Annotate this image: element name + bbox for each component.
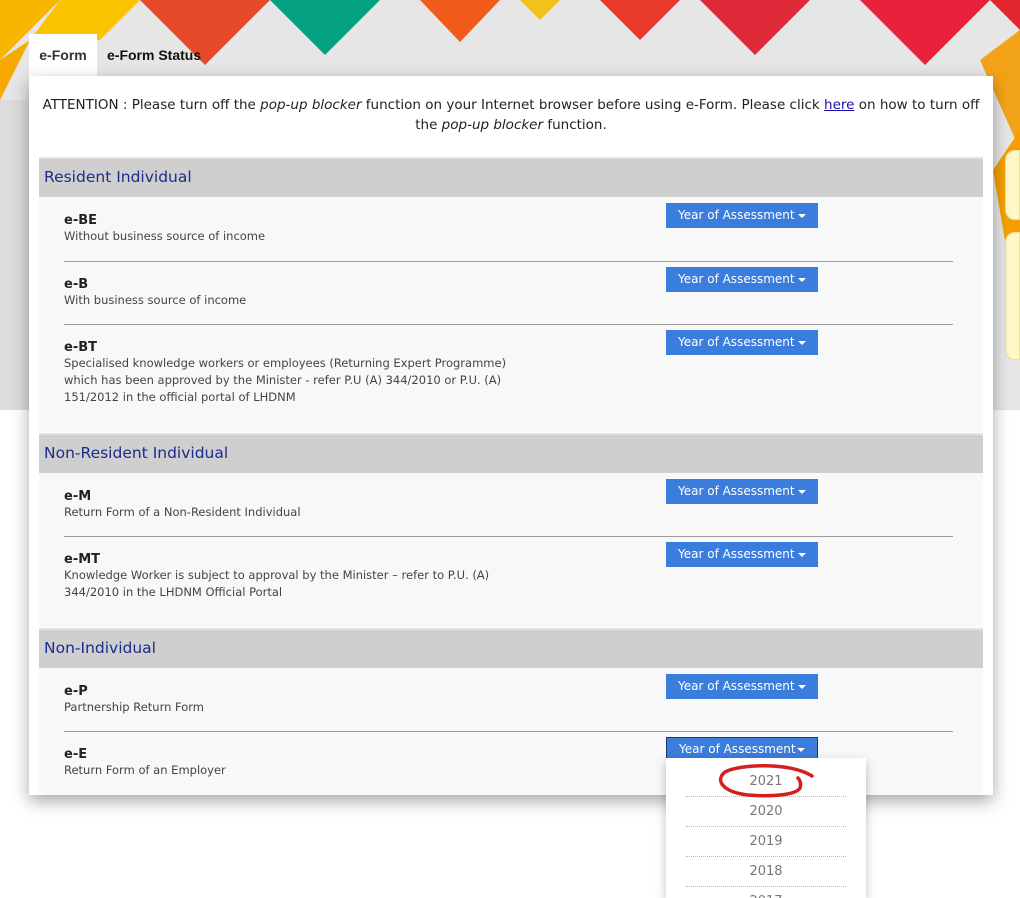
caret-down-icon: [798, 553, 806, 557]
button-label: Year of Assessment: [678, 272, 795, 286]
row-divider: [64, 536, 953, 537]
year-of-assessment-button[interactable]: Year of Assessment: [666, 267, 818, 292]
form-description: Knowledge Worker is subject to approval …: [64, 568, 490, 599]
section-header-non-resident: Non-Resident Individual: [39, 433, 983, 473]
button-label: Year of Assessment: [678, 208, 795, 222]
attention-text: ATTENTION : Please turn off the: [42, 97, 261, 113]
year-of-assessment-button[interactable]: Year of Assessment: [666, 479, 818, 504]
caret-down-icon: [798, 278, 806, 282]
button-label: Year of Assessment: [678, 335, 795, 349]
button-label: Year of Assessment: [679, 742, 796, 756]
form-description: Without business source of income: [64, 229, 266, 243]
eform-panel: ATTENTION : Please turn off the pop-up b…: [29, 76, 993, 795]
year-option[interactable]: 2017: [686, 887, 846, 898]
attention-text: function.: [543, 117, 607, 133]
form-description: Partnership Return Form: [64, 700, 205, 714]
year-option[interactable]: 2020: [686, 797, 846, 827]
attention-notice: ATTENTION : Please turn off the pop-up b…: [29, 95, 993, 135]
tab-e-form[interactable]: e-Form: [29, 34, 97, 76]
form-description: With business source of income: [64, 293, 247, 307]
caret-down-icon: [798, 685, 806, 689]
button-label: Year of Assessment: [678, 547, 795, 561]
year-of-assessment-button[interactable]: Year of Assessment: [666, 542, 818, 567]
form-name: e-E: [64, 747, 88, 762]
caret-down-icon: [797, 748, 805, 752]
form-name: e-B: [64, 277, 89, 292]
year-option[interactable]: 2019: [686, 827, 846, 857]
caret-down-icon: [798, 341, 806, 345]
year-option[interactable]: 2021: [686, 767, 846, 797]
year-option[interactable]: 2018: [686, 857, 846, 887]
popup-help-link[interactable]: here: [824, 97, 854, 113]
year-of-assessment-button[interactable]: Year of Assessment: [666, 203, 818, 228]
button-label: Year of Assessment: [678, 484, 795, 498]
attention-text: function on your Internet browser before…: [361, 97, 825, 113]
section-body-resident: e-BE Without business source of income Y…: [39, 197, 983, 432]
side-card: [1005, 232, 1020, 360]
section-body-non-resident: e-M Return Form of a Non-Resident Indivi…: [39, 473, 983, 627]
tab-e-form-status[interactable]: e-Form Status: [97, 34, 207, 76]
form-description: Return Form of an Employer: [64, 763, 226, 777]
row-divider: [64, 731, 953, 732]
section-title: Resident Individual: [44, 168, 192, 186]
caret-down-icon: [798, 490, 806, 494]
section-header-non-individual: Non-Individual: [39, 628, 983, 668]
section-header-resident: Resident Individual: [39, 157, 983, 197]
attention-emphasis: pop-up blocker: [441, 117, 544, 133]
form-name: e-BT: [64, 340, 97, 355]
row-divider: [64, 324, 953, 325]
row-divider: [64, 261, 953, 262]
form-name: e-BE: [64, 213, 98, 228]
button-label: Year of Assessment: [678, 679, 795, 693]
section-title: Non-Individual: [44, 639, 156, 657]
year-of-assessment-button[interactable]: Year of Assessment: [666, 330, 818, 355]
form-name: e-P: [64, 684, 88, 699]
year-dropdown: 2021 2020 2019 2018 2017: [666, 758, 866, 898]
tab-bar: e-Form e-Form Status: [29, 34, 207, 76]
form-description: Specialised knowledge workers or employe…: [64, 356, 507, 404]
form-name: e-M: [64, 489, 92, 504]
side-card: [1005, 150, 1020, 220]
year-of-assessment-button[interactable]: Year of Assessment: [666, 674, 818, 699]
form-name: e-MT: [64, 552, 101, 567]
attention-emphasis: pop-up blocker: [260, 97, 362, 113]
form-description: Return Form of a Non-Resident Individual: [64, 505, 301, 519]
section-title: Non-Resident Individual: [44, 444, 229, 462]
caret-down-icon: [798, 214, 806, 218]
